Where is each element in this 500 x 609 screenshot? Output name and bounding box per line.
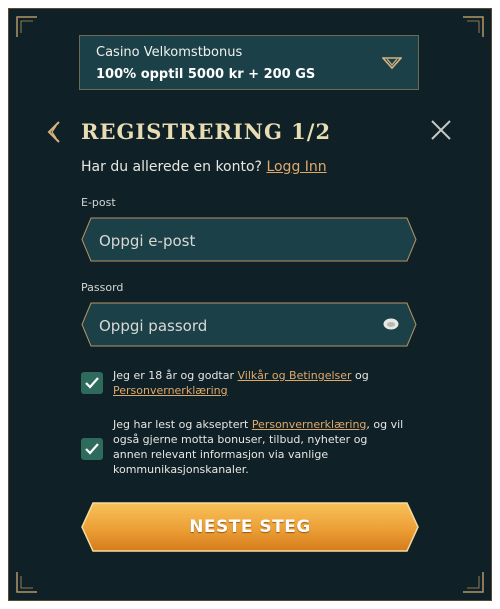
- login-link[interactable]: Logg Inn: [266, 159, 326, 175]
- marketing-line-2: også gjerne motta bonuser, tilbud, nyhet…: [113, 433, 368, 446]
- checkmark-icon: [85, 443, 99, 455]
- corner-ornament-icon: [463, 16, 484, 37]
- password-input[interactable]: [97, 312, 371, 339]
- email-field-wrapper: [81, 217, 417, 262]
- next-step-label: NESTE STEG: [189, 517, 311, 537]
- marketing-line-3: annen relevant informasjon via vanlige: [113, 448, 329, 461]
- marketing-text-after: , og vil: [366, 418, 404, 431]
- corner-ornament-icon: [16, 572, 37, 593]
- login-prompt: Har du allerede en konto? Logg Inn: [81, 159, 327, 175]
- eye-icon[interactable]: [383, 318, 399, 330]
- email-label: E-post: [81, 196, 116, 209]
- corner-ornament-icon: [16, 16, 37, 37]
- marketing-privacy-link[interactable]: Personvernerklæring: [252, 418, 367, 431]
- marketing-checkbox[interactable]: [81, 438, 103, 460]
- terms-text: Jeg er 18 år og godtar Vilkår og Betinge…: [113, 368, 413, 398]
- terms-text-mid: og: [351, 369, 369, 382]
- close-icon[interactable]: [430, 119, 452, 141]
- corner-ornament-icon: [463, 572, 484, 593]
- password-label: Passord: [81, 281, 124, 294]
- terms-checkbox[interactable]: [81, 372, 103, 394]
- terms-link[interactable]: Vilkår og Betingelser: [238, 369, 352, 382]
- back-chevron-icon[interactable]: [47, 121, 61, 143]
- registration-modal: Casino Velkomstbonus 100% opptil 5000 kr…: [8, 8, 492, 601]
- page-title: REGISTRERING 1/2: [81, 119, 332, 144]
- checkmark-icon: [85, 377, 99, 389]
- terms-text-before: Jeg er 18 år og godtar: [113, 369, 238, 382]
- login-prompt-text: Har du allerede en konto?: [81, 159, 262, 175]
- next-step-button[interactable]: NESTE STEG: [81, 502, 419, 552]
- marketing-text: Jeg har lest og akseptert Personvernerkl…: [113, 417, 423, 477]
- marketing-line-4: kommunikasjonskanaler.: [113, 463, 249, 476]
- bonus-title: Casino Velkomstbonus: [96, 45, 243, 60]
- password-field-wrapper: [81, 302, 417, 347]
- chevron-down-icon: [382, 57, 402, 70]
- bonus-selector[interactable]: Casino Velkomstbonus 100% opptil 5000 kr…: [79, 35, 419, 90]
- bonus-value: 100% opptil 5000 kr + 200 GS: [96, 67, 316, 82]
- marketing-text-before: Jeg har lest og akseptert: [113, 418, 252, 431]
- email-input[interactable]: [97, 227, 371, 254]
- privacy-link[interactable]: Personvernerklæring: [113, 384, 228, 397]
